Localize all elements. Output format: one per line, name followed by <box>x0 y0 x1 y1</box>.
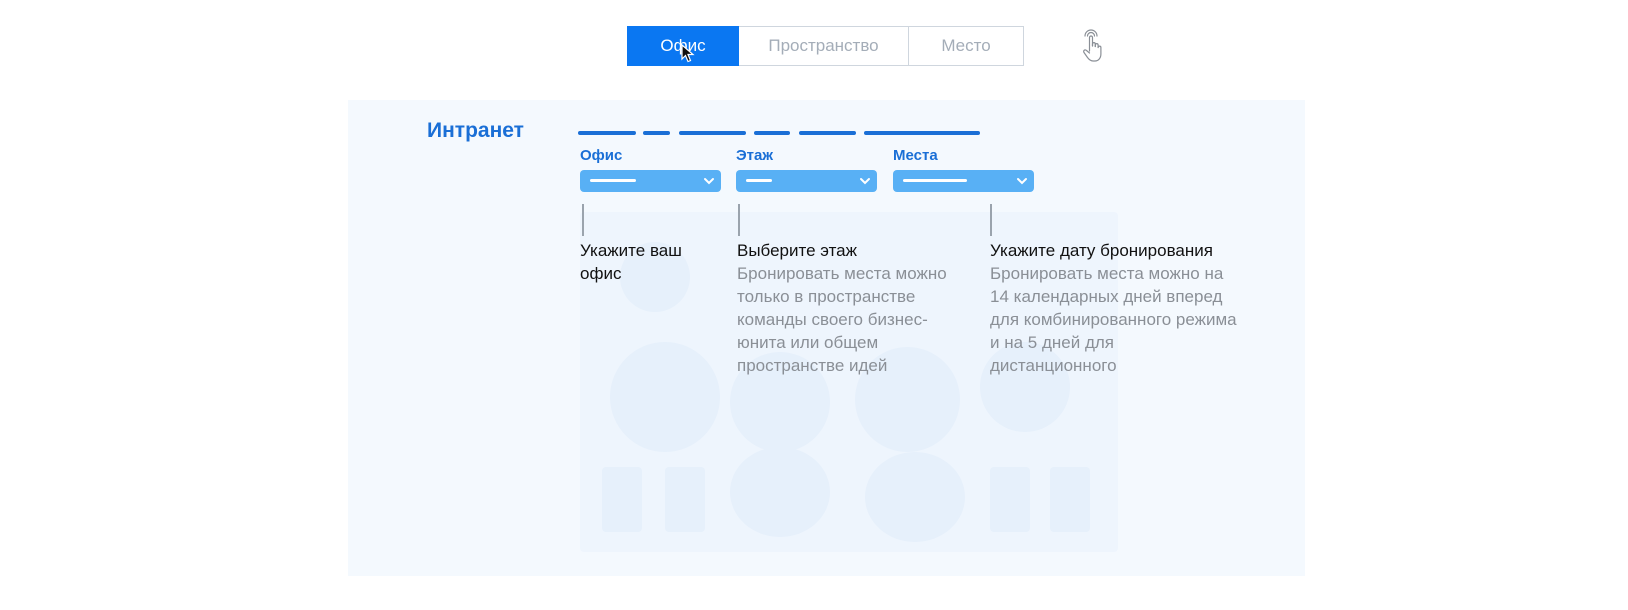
step-floor: Выберите этаж Бронировать места можно то… <box>737 239 962 377</box>
step-description: Бронировать места можно на 14 календарны… <box>990 264 1237 375</box>
nav-placeholder <box>754 131 790 135</box>
tap-gesture-icon[interactable] <box>1080 28 1104 64</box>
step-date: Укажите дату бронирования Бронировать ме… <box>990 239 1240 377</box>
step-connector <box>582 204 584 236</box>
chevron-down-icon <box>860 178 870 185</box>
select-value-placeholder <box>590 179 636 182</box>
step-connector <box>990 204 992 236</box>
seats-field-label: Места <box>893 147 938 164</box>
chevron-down-icon <box>704 178 714 185</box>
booking-panel: Интранет Офис Этаж Места Укажите ваш офи… <box>348 100 1305 576</box>
step-title: Укажите дату бронирования <box>990 241 1213 260</box>
tab-place[interactable]: Место <box>909 26 1024 66</box>
nav-placeholder <box>643 131 670 135</box>
step-title: Выберите этаж <box>737 241 858 260</box>
office-select[interactable] <box>580 170 721 192</box>
step-office: Укажите ваш офис <box>580 239 700 285</box>
step-description: Бронировать места можно только в простра… <box>737 264 947 375</box>
floor-field-label: Этаж <box>736 147 773 164</box>
nav-placeholder <box>799 131 856 135</box>
step-title: Укажите ваш офис <box>580 241 682 283</box>
select-value-placeholder <box>746 179 772 182</box>
tab-space[interactable]: Пространство <box>739 26 909 66</box>
nav-placeholder <box>679 131 746 135</box>
nav-placeholder <box>864 131 980 135</box>
nav-placeholder <box>578 131 636 135</box>
select-value-placeholder <box>903 179 967 182</box>
intranet-brand: Интранет <box>427 119 524 142</box>
floor-select[interactable] <box>736 170 877 192</box>
chevron-down-icon <box>1017 178 1027 185</box>
seats-select[interactable] <box>893 170 1034 192</box>
office-field-label: Офис <box>580 147 623 164</box>
step-connector <box>738 204 740 236</box>
mouse-pointer-icon <box>681 44 695 63</box>
